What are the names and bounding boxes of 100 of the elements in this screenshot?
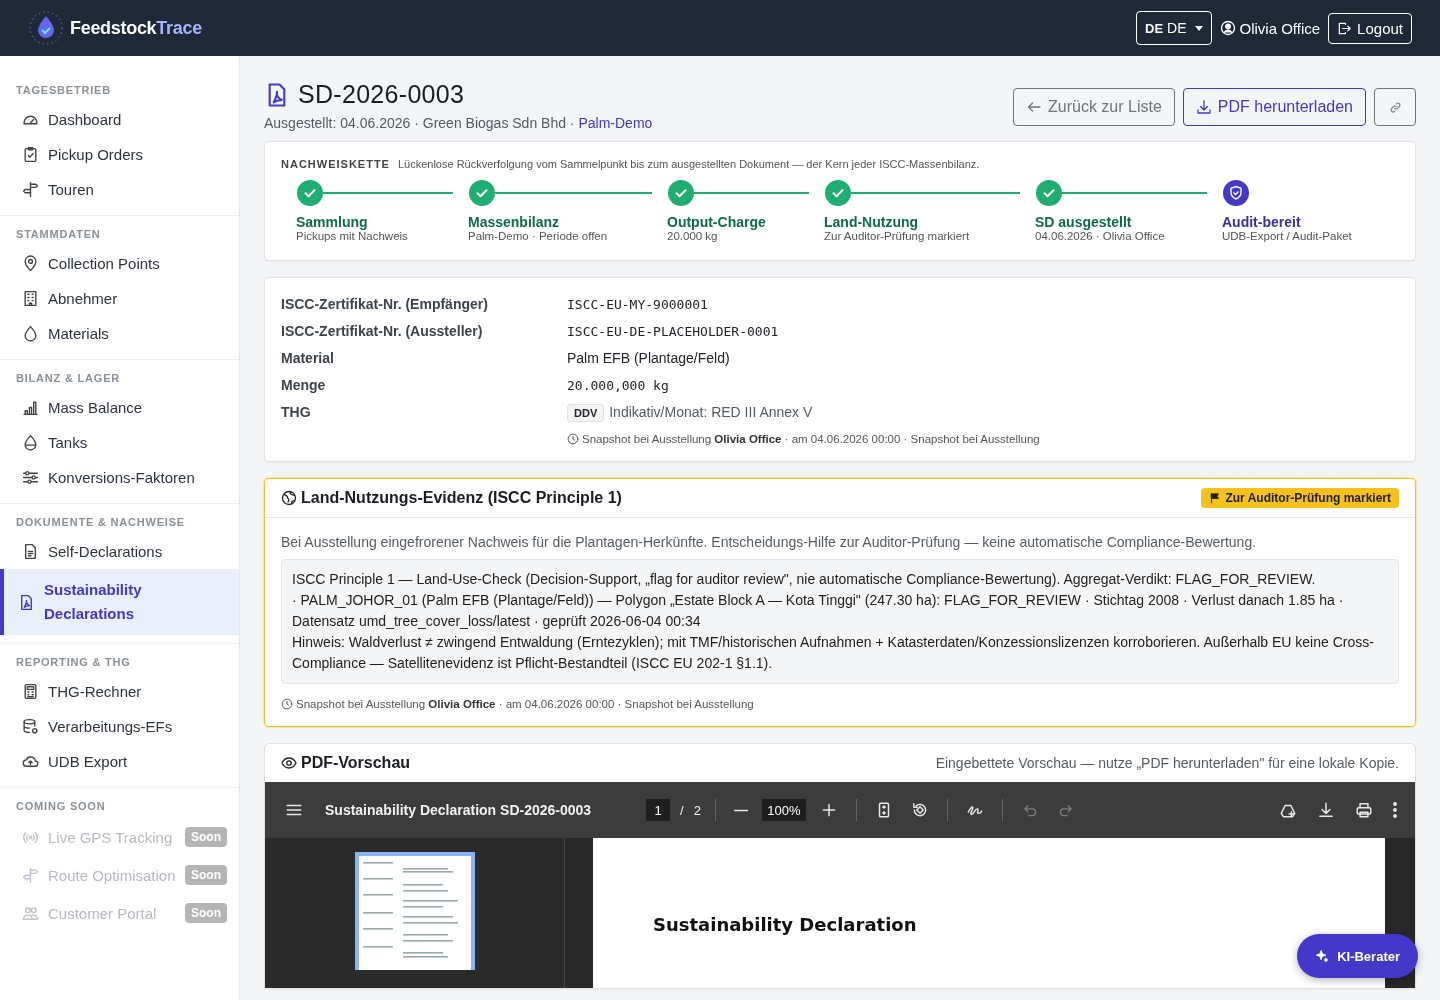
step-subtitle: UDB-Export / Audit-Paket [1221, 230, 1353, 242]
card-title: PDF-Vorschau [301, 754, 411, 772]
section-label: BILANZ & LAGER [15, 372, 122, 386]
arrow-left-icon [1026, 99, 1042, 115]
section-label: TAGESBETRIEB [15, 84, 112, 98]
field-label: Material [281, 350, 335, 366]
chain-label: NACHWEISKETTE [281, 158, 390, 170]
signpost-icon [22, 181, 39, 198]
field-value: ISCC-EU-MY-9000001 [567, 297, 708, 312]
page-thumbnail[interactable] [354, 852, 475, 970]
logo-icon [28, 10, 64, 46]
eye-icon [281, 755, 297, 771]
clock-icon [567, 433, 579, 445]
clipboard-icon [22, 146, 39, 163]
calculator-icon [22, 683, 39, 700]
download-icon [1195, 99, 1212, 115]
section-label: COMING SOON [15, 800, 107, 814]
database-gear-icon [22, 718, 39, 735]
user-circle-icon [1219, 20, 1236, 36]
document-icon [22, 543, 39, 560]
field-label: ISCC-Zertifikat-Nr. (Aussteller) [281, 323, 484, 339]
step-title: Sammlung [295, 214, 369, 230]
sidebar-item[interactable]: Verarbeitungs-EFs [0, 709, 239, 744]
page-count: 2 [693, 802, 701, 818]
clock-icon [281, 698, 293, 710]
card-title: Land-Nutzungs-Evidenz (ISCC Principle 1) [301, 489, 622, 507]
sidebar-item[interactable]: Sustainability Declarations [0, 569, 239, 635]
sidebar-item[interactable]: Mass Balance [0, 390, 239, 425]
section-label: STAMMDATEN [15, 228, 102, 242]
step-subtitle: Palm-Demo · Periode offen [467, 230, 609, 242]
location-pin-icon [22, 255, 39, 272]
sliders-icon [22, 469, 39, 486]
soon-badge: Soon [185, 827, 227, 847]
soon-badge: Soon [185, 865, 227, 885]
chain-description: Lückenlose Rückverfolgung vom Sammelpunkt bis zum ausgestellten Dokument — der Kern jeder ISCC-Massenbilanz. [397, 158, 980, 170]
copy-link-button[interactable] [1374, 88, 1416, 126]
field-label: Menge [281, 377, 327, 393]
sidebar-item[interactable]: Dashboard [0, 102, 239, 137]
project-link[interactable]: Palm-Demo [578, 115, 653, 131]
sparkle-icon [1315, 949, 1330, 963]
preview-hint: Eingebettete Vorschau — nutze „PDF herunterladen" für eine lokale Kopie. [935, 755, 1399, 771]
sidebar-item[interactable]: Konversions-Faktoren [0, 460, 239, 495]
evidence-text: Hinweis: Waldverlust ≠ zwingend Entwaldung (Erntezyklen); mit TMF/historischen Aufnahmen + Katasterdaten/Konzessionslizenzen korroborieren. Außerhalb EU keine Cross-Compliance — Satellitenevidenz ist Pflicht-Bestandteil (ISCC EU 202-1 §1.1). [292, 633, 1375, 673]
page-title: SD-2026-0003 [298, 80, 465, 109]
print-icon [1355, 801, 1373, 819]
flag-icon [1209, 492, 1222, 504]
rotate-icon [910, 801, 929, 819]
download-button[interactable]: PDF herunterladen [1182, 88, 1366, 126]
language-select[interactable]: DE DE [1136, 11, 1212, 45]
sidebar-item[interactable]: Abnehmer [0, 281, 239, 316]
sidebar-item[interactable]: Materials [0, 316, 239, 351]
globe-icon [281, 490, 297, 506]
bar-chart-icon [22, 399, 39, 416]
page-number-field[interactable]: 1 [646, 799, 671, 821]
logout-button[interactable]: Logout [1328, 12, 1412, 44]
step-title: Output-Charge [666, 214, 767, 230]
sidebar-item[interactable]: UDB Export [0, 744, 239, 779]
sidebar-item[interactable]: Touren [0, 172, 239, 207]
step-subtitle: Zur Auditor-Prüfung markiert [823, 230, 971, 242]
link-icon [1388, 100, 1402, 114]
zoom-out-icon [733, 808, 748, 812]
step-title: Massenbilanz [467, 214, 561, 230]
sidebar-item[interactable]: THG-Rechner [0, 674, 239, 709]
back-button[interactable]: Zurück zur Liste [1013, 88, 1175, 126]
assistant-button[interactable]: KI-Berater [1297, 934, 1418, 978]
download-icon [1317, 801, 1335, 819]
signpost-icon [22, 866, 39, 884]
step-subtitle: 04.06.2026 · Olivia Office [1034, 230, 1166, 242]
issue-info: Ausgestellt: 04.06.2026 · Green Biogas Sdn Bhd · [264, 115, 576, 131]
review-flag-badge: Zur Auditor-Prüfung markiert [1201, 488, 1399, 508]
droplet-icon [22, 325, 39, 342]
step-title: Land-Nutzung [823, 214, 920, 230]
page-separator: / [680, 802, 684, 818]
step-title: SD ausgestellt [1034, 214, 1133, 230]
snapshot-note: Snapshot bei Ausstellung Olivia Office · am 04.06.2026 00:00 · Snapshot bei Ausstellung [582, 433, 1040, 445]
pdf-file-icon [18, 593, 35, 611]
section-label: DOKUMENTE & NACHWEISE [15, 516, 186, 530]
more-icon [1393, 802, 1397, 818]
snapshot-note: Snapshot bei Ausstellung Olivia Office · am 04.06.2026 00:00 · Snapshot bei Ausstellung [296, 698, 754, 710]
sidebar-item[interactable]: Tanks [0, 425, 239, 460]
field-value: Indikativ/Monat: RED III Annex V [609, 404, 813, 420]
sidebar-item[interactable]: Collection Points [0, 246, 239, 281]
people-icon [22, 904, 39, 922]
logout-icon [1337, 20, 1353, 36]
sidebar-item[interactable]: Pickup Orders [0, 137, 239, 172]
building-icon [22, 290, 39, 307]
app-logo-text: FeedstockTrace [70, 17, 202, 39]
field-value: Palm EFB (Plantage/Feld) [567, 350, 730, 366]
field-label: THG [281, 404, 312, 422]
field-label: ISCC-Zertifikat-Nr. (Empfänger) [281, 296, 489, 312]
document-title: Sustainability Declaration SD-2026-0003 [325, 802, 592, 818]
cloud-upload-icon [22, 753, 39, 770]
soon-badge: Soon [185, 903, 227, 923]
tank-icon [22, 434, 39, 451]
zoom-field[interactable]: 100% [761, 799, 806, 821]
sidebar-item[interactable]: Self-Declarations [0, 534, 239, 569]
step-subtitle: Pickups mit Nachweis [295, 230, 409, 242]
land-use-intro: Bei Ausstellung eingefrorener Nachweis für die Plantagen-Herkünfte. Entscheidungs-Hilfe zur Auditor-Prüfung — keine automatische Compliance-Bewertung. [281, 534, 1258, 550]
user-name: Olivia Office [1239, 19, 1321, 37]
field-value: 20.000,000 kg [567, 378, 669, 393]
